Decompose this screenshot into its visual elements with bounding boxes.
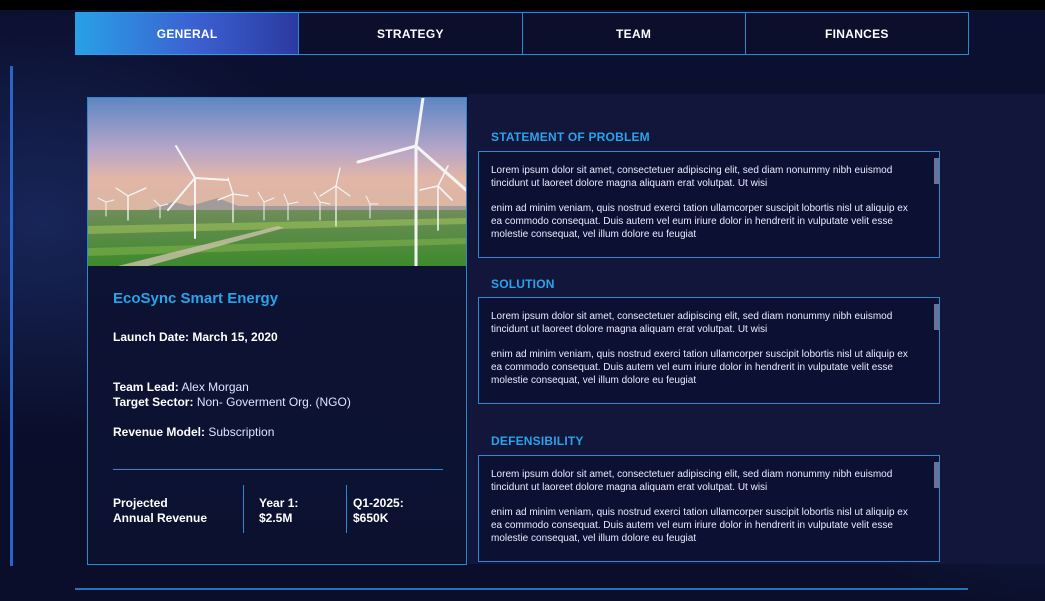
- scrollbar-thumb[interactable]: [934, 462, 939, 488]
- q1-label: Q1-2025:: [353, 496, 404, 510]
- scrollbar-thumb[interactable]: [934, 158, 939, 184]
- paragraph: Lorem ipsum dolor sit amet, consectetuer…: [491, 311, 893, 335]
- target-sector-row: Target Sector: Non- Goverment Org. (NGO): [113, 395, 351, 409]
- year1-label: Year 1:: [259, 496, 299, 510]
- solution-text: Lorem ipsum dolor sit amet, consectetuer…: [491, 310, 921, 395]
- tab-bar: GENERAL STRATEGY TEAM FINANCES: [75, 12, 969, 55]
- defensibility-box[interactable]: Lorem ipsum dolor sit amet, consectetuer…: [478, 455, 940, 562]
- top-bar: [0, 0, 1045, 10]
- revenue-model-row: Revenue Model: Subscription: [113, 425, 274, 439]
- company-card: EcoSync Smart Energy Launch Date: March …: [87, 97, 467, 565]
- paragraph: enim ad minim veniam, quis nostrud exerc…: [491, 349, 908, 386]
- year1-value: $2.5M: [259, 511, 293, 525]
- team-lead-label: Team Lead:: [113, 380, 179, 394]
- solution-box[interactable]: Lorem ipsum dolor sit amet, consectetuer…: [478, 297, 940, 404]
- defensibility-title: DEFENSIBILITY: [491, 434, 584, 448]
- statement-of-problem-title: STATEMENT OF PROBLEM: [491, 130, 650, 144]
- tab-team[interactable]: TEAM: [521, 12, 746, 55]
- paragraph: Lorem ipsum dolor sit amet, consectetuer…: [491, 469, 893, 493]
- q1-value: $650K: [353, 511, 389, 525]
- launch-date: Launch Date: March 15, 2020: [113, 330, 278, 344]
- paragraph: Lorem ipsum dolor sit amet, consectetuer…: [491, 165, 893, 189]
- card-divider: [113, 469, 443, 470]
- team-lead-row: Team Lead: Alex Morgan: [113, 380, 249, 394]
- target-sector-label: Target Sector:: [113, 395, 194, 409]
- bottom-rule: [75, 588, 968, 590]
- revenue-model-value: Subscription: [208, 425, 275, 439]
- projected-label-line2: Annual Revenue: [113, 511, 208, 525]
- statement-of-problem-box[interactable]: Lorem ipsum dolor sit amet, consectetuer…: [478, 151, 940, 258]
- scrollbar-thumb[interactable]: [934, 304, 939, 330]
- paragraph: enim ad minim veniam, quis nostrud exerc…: [491, 507, 908, 544]
- tab-finances[interactable]: FINANCES: [744, 12, 969, 55]
- metric-separator: [243, 485, 244, 533]
- statement-of-problem-text: Lorem ipsum dolor sit amet, consectetuer…: [491, 164, 921, 249]
- tab-strategy[interactable]: STRATEGY: [298, 12, 523, 55]
- year1-metric: Year 1: $2.5M: [259, 496, 298, 544]
- team-lead-value: Alex Morgan: [181, 380, 249, 394]
- defensibility-text: Lorem ipsum dolor sit amet, consectetuer…: [491, 468, 921, 553]
- tab-general[interactable]: GENERAL: [75, 12, 300, 55]
- projected-revenue-label: Projected Annual Revenue: [113, 496, 207, 544]
- left-accent-rule: [10, 66, 13, 566]
- q1-metric: Q1-2025: $650K: [353, 496, 404, 544]
- paragraph: enim ad minim veniam, quis nostrud exerc…: [491, 203, 908, 240]
- company-name: EcoSync Smart Energy: [113, 290, 279, 307]
- solution-title: SOLUTION: [491, 277, 555, 291]
- target-sector-value: Non- Goverment Org. (NGO): [196, 395, 351, 409]
- metric-separator: [346, 485, 347, 533]
- revenue-model-label: Revenue Model:: [113, 425, 206, 439]
- wind-farm-photo: [88, 98, 466, 266]
- projected-label-line1: Projected: [113, 496, 168, 510]
- revenue-metrics: Projected Annual Revenue Year 1: $2.5M Q…: [113, 485, 443, 533]
